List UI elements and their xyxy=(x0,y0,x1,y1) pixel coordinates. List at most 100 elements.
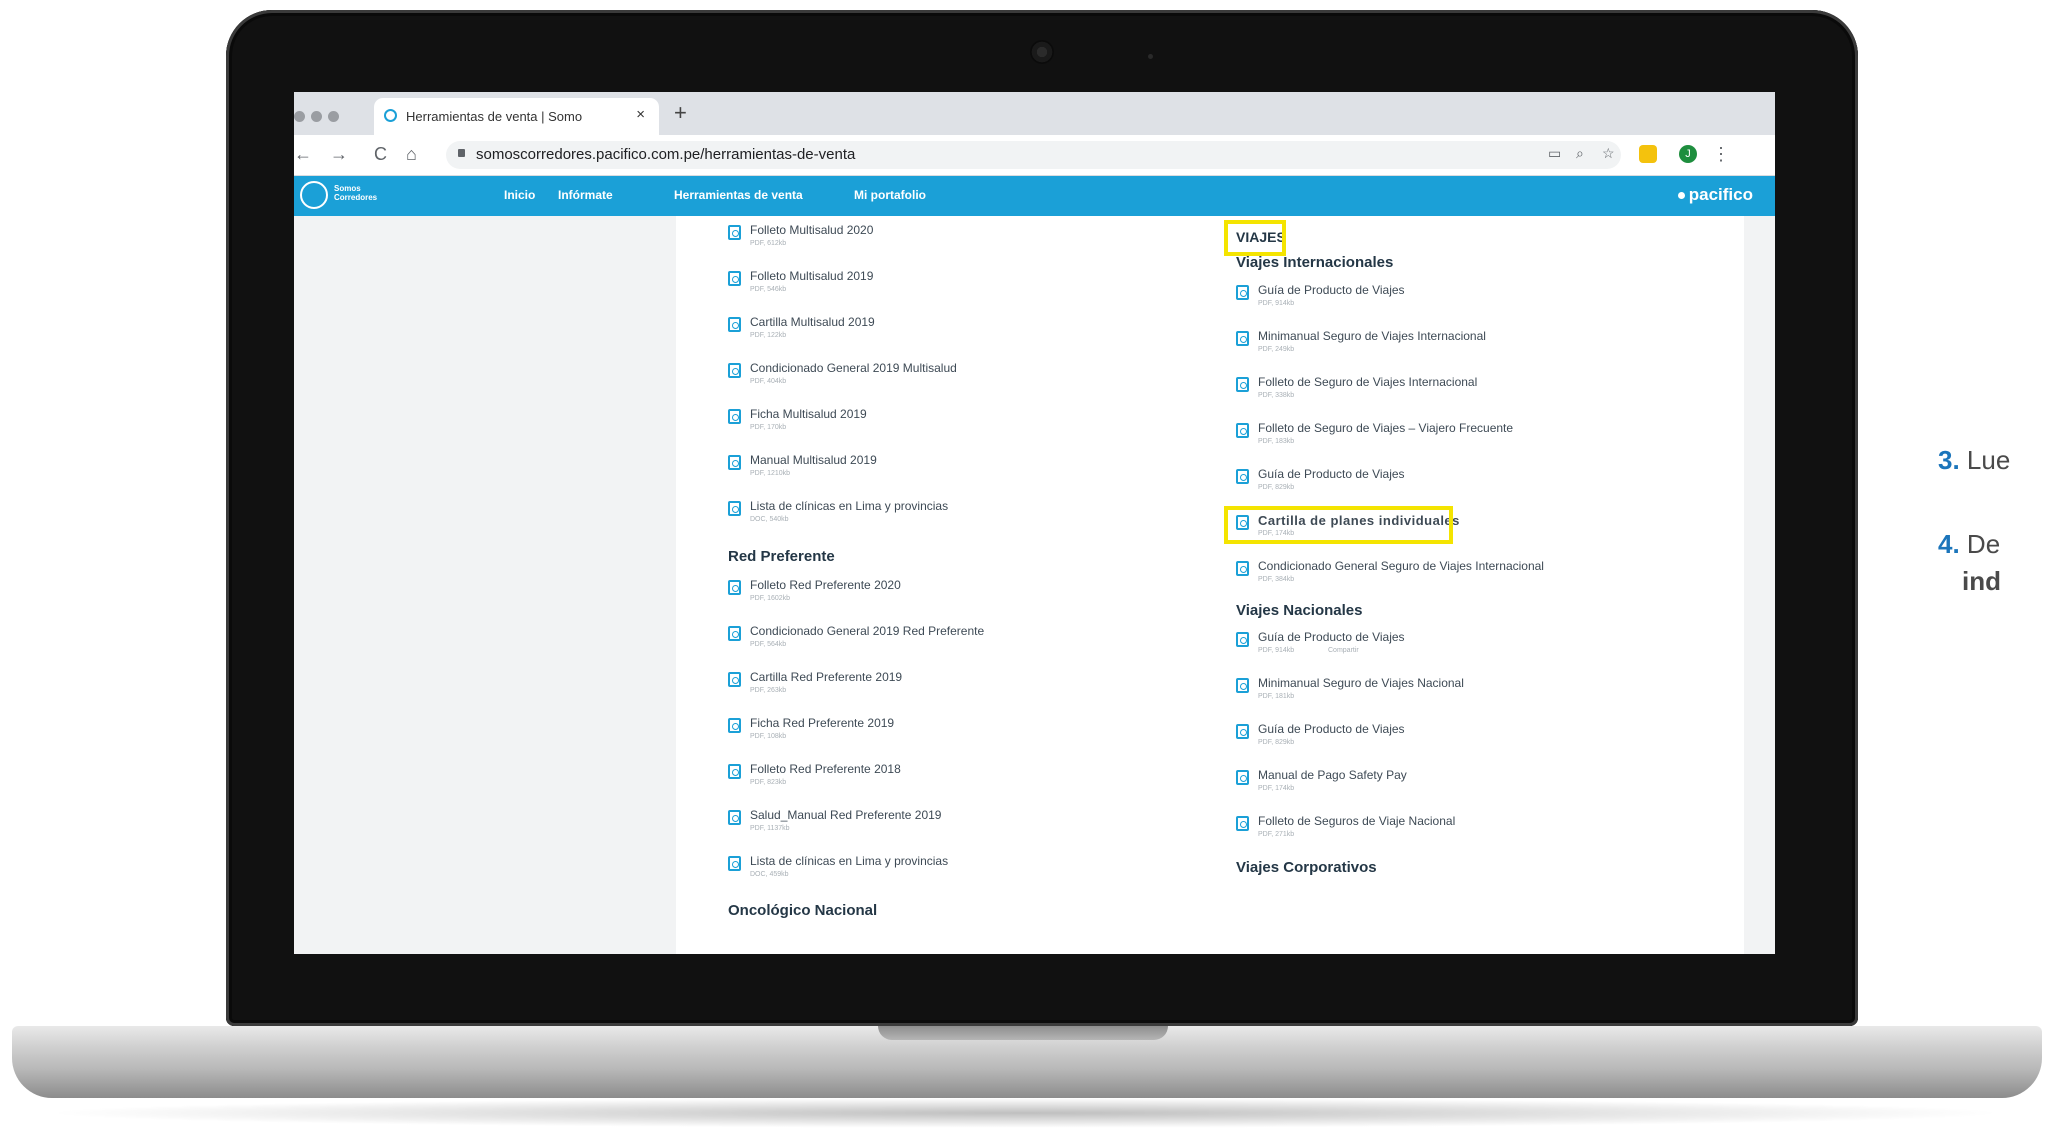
pdf-icon xyxy=(728,501,741,516)
somos-corredores-logo-icon[interactable] xyxy=(300,181,328,209)
section-title-viajes-internacionales: Viajes Internacionales xyxy=(1236,254,1394,271)
address-bar[interactable]: somoscorredores.pacifico.com.pe/herramie… xyxy=(446,141,1621,169)
section-title-viajes-nacionales: Viajes Nacionales xyxy=(1236,602,1363,619)
item-label: Lista de clínicas en Lima y provincias xyxy=(750,854,949,868)
pdf-icon xyxy=(728,317,741,332)
right-gutter xyxy=(1744,216,1775,954)
item-meta: PDF, 249kb xyxy=(1258,346,1295,353)
pdf-icon xyxy=(728,718,741,733)
pdf-icon xyxy=(728,672,741,687)
item-meta: PDF, 183kb xyxy=(1258,438,1295,445)
item-meta: PDF, 384kb xyxy=(1258,576,1295,583)
url-text: somoscorredores.pacifico.com.pe/herramie… xyxy=(476,146,856,163)
item-label: Guía de Producto de Viajes xyxy=(1258,283,1405,297)
close-tab-icon[interactable]: × xyxy=(636,106,645,123)
item-meta: DOC, 459kb xyxy=(750,871,789,878)
back-button[interactable]: ← xyxy=(294,144,312,165)
pdf-icon xyxy=(728,580,741,595)
item-label: Guía de Producto de Viajes xyxy=(1258,630,1405,644)
item-meta: PDF, 181kb xyxy=(1258,693,1295,700)
item-label: Guía de Producto de Viajes xyxy=(1258,467,1405,481)
tab-title: Herramientas de venta | Somo xyxy=(406,109,583,124)
pdf-icon xyxy=(728,455,741,470)
pdf-icon xyxy=(728,810,741,825)
pdf-icon xyxy=(1236,377,1249,392)
pdf-icon xyxy=(728,363,741,378)
camera-sensor xyxy=(1148,54,1153,59)
item-meta: PDF, 1210kb xyxy=(750,470,791,477)
share-link[interactable]: Compartir xyxy=(1328,647,1359,654)
item-label: Folleto Multisalud 2019 xyxy=(750,269,874,283)
browser-tab[interactable]: Herramientas de venta | Somo × xyxy=(374,98,659,135)
new-tab-button[interactable]: + xyxy=(674,100,687,126)
instruction-step-3: 3. Lue xyxy=(1938,445,2010,476)
item-meta: PDF, 914kb xyxy=(1258,647,1295,654)
nav-inicio[interactable]: Inicio xyxy=(504,188,535,202)
pdf-icon xyxy=(1236,770,1249,785)
item-label: Lista de clínicas en Lima y provincias xyxy=(750,499,949,513)
nav-herramientas-de-venta[interactable]: Herramientas de venta xyxy=(674,188,803,202)
forward-button[interactable]: → xyxy=(330,144,348,165)
item-label: Ficha Multisalud 2019 xyxy=(750,407,867,421)
item-label: Folleto Multisalud 2020 xyxy=(750,223,874,237)
laptop-notch xyxy=(878,1026,1168,1040)
extension-icon[interactable] xyxy=(1639,145,1657,163)
minimize-window-button[interactable] xyxy=(311,111,322,122)
pdf-icon xyxy=(728,225,741,240)
section-title-red-preferente: Red Preferente xyxy=(728,548,835,565)
item-meta: PDF, 338kb xyxy=(1258,392,1295,399)
pdf-icon xyxy=(1236,678,1249,693)
brand-text: pacifico xyxy=(1688,185,1753,204)
highlight-cartilla xyxy=(1224,506,1453,544)
item-label: Minimanual Seguro de Viajes Nacional xyxy=(1258,676,1464,690)
item-meta: PDF, 170kb xyxy=(750,424,787,431)
maximize-window-button[interactable] xyxy=(328,111,339,122)
lock-icon xyxy=(458,149,465,157)
cast-icon[interactable]: ▭ xyxy=(1548,145,1561,162)
item-label: Minimanual Seguro de Viajes Internaciona… xyxy=(1258,329,1486,343)
laptop-shadow xyxy=(40,1098,2010,1128)
pacifico-brand[interactable]: pacifico xyxy=(1677,185,1753,205)
item-meta: PDF, 823kb xyxy=(750,779,787,786)
item-label: Salud_Manual Red Preferente 2019 xyxy=(750,808,942,822)
item-meta: PDF, 546kb xyxy=(750,286,787,293)
item-label: Condicionado General Seguro de Viajes In… xyxy=(1258,559,1544,573)
instruction-step-4-bold: ind xyxy=(1962,566,2001,596)
step-number: 3. xyxy=(1938,445,1960,475)
pdf-icon xyxy=(1236,423,1249,438)
section-title-viajes-corporativos: Viajes Corporativos xyxy=(1236,859,1377,876)
home-button[interactable]: ⌂ xyxy=(406,144,417,165)
item-meta: PDF, 829kb xyxy=(1258,484,1295,491)
item-label: Folleto de Seguro de Viajes Internaciona… xyxy=(1258,375,1478,389)
highlight-viajes xyxy=(1224,220,1286,256)
browser-menu-icon[interactable]: ⋮ xyxy=(1712,144,1730,165)
item-meta: PDF, 1602kb xyxy=(750,595,791,602)
pdf-icon xyxy=(1236,724,1249,739)
item-label: Folleto de Seguro de Viajes – Viajero Fr… xyxy=(1258,421,1514,435)
pdf-icon xyxy=(1236,331,1249,346)
profile-avatar[interactable]: J xyxy=(1679,145,1697,163)
item-label: Guía de Producto de Viajes xyxy=(1258,722,1405,736)
item-meta: PDF, 612kb xyxy=(750,240,787,247)
pdf-icon xyxy=(728,409,741,424)
bookmark-star-icon[interactable]: ☆ xyxy=(1602,145,1615,162)
nav-informate[interactable]: Infórmate xyxy=(558,188,613,202)
pdf-icon xyxy=(728,764,741,779)
left-gutter xyxy=(294,216,676,954)
item-label: Manual Multisalud 2019 xyxy=(750,453,877,467)
logo-text[interactable]: Somos Corredores xyxy=(334,184,394,202)
laptop-screen: Herramientas de venta | Somo × + ← → C ⌂… xyxy=(294,92,1775,954)
favicon-icon xyxy=(384,109,397,122)
item-label: Cartilla Multisalud 2019 xyxy=(750,315,875,329)
pdf-icon xyxy=(728,856,741,871)
pdf-icon xyxy=(1236,469,1249,484)
item-meta: PDF, 1137kb xyxy=(750,825,790,832)
item-meta: PDF, 122kb xyxy=(750,332,787,339)
browser-tab-strip: Herramientas de venta | Somo × + xyxy=(294,92,1775,135)
item-meta: PDF, 174kb xyxy=(1258,785,1295,792)
item-meta: PDF, 829kb xyxy=(1258,739,1295,746)
close-window-button[interactable] xyxy=(294,111,305,122)
nav-mi-portafolio[interactable]: Mi portafolio xyxy=(854,188,926,202)
reload-button[interactable]: C xyxy=(374,144,387,165)
zoom-icon[interactable]: ⌕ xyxy=(1576,145,1584,162)
